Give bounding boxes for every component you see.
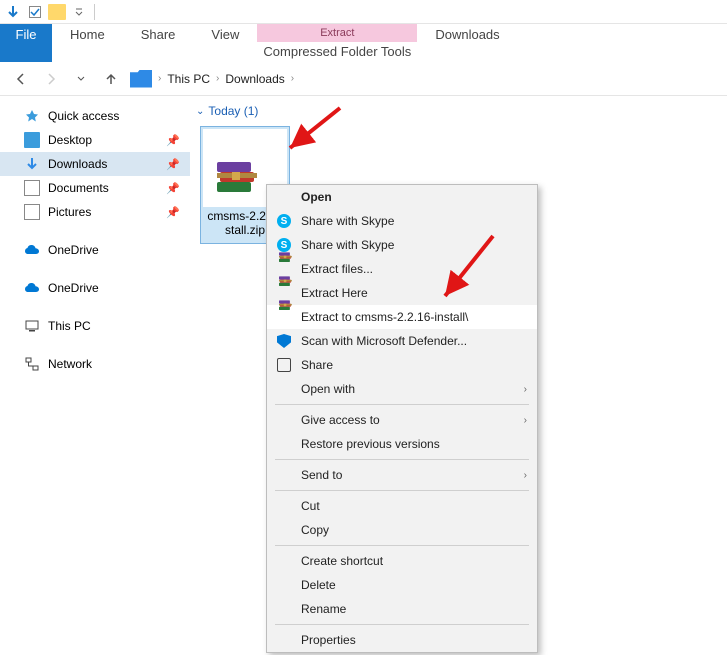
up-button[interactable] xyxy=(100,68,122,90)
defender-shield-icon xyxy=(275,332,293,350)
back-button[interactable] xyxy=(10,68,32,90)
group-header-today[interactable]: ⌄ Today (1) xyxy=(190,102,727,126)
ctx-scan-defender[interactable]: Scan with Microsoft Defender... xyxy=(267,329,537,353)
ctx-cut[interactable]: Cut xyxy=(267,494,537,518)
ctx-send-to[interactable]: Send to› xyxy=(267,463,537,487)
sidebar-item-documents[interactable]: Documents 📌 xyxy=(0,176,190,200)
ctx-rename[interactable]: Rename xyxy=(267,597,537,621)
pictures-icon xyxy=(24,204,40,220)
ctx-delete[interactable]: Delete xyxy=(267,573,537,597)
group-label: Today (1) xyxy=(208,104,258,118)
star-icon xyxy=(24,108,40,124)
sidebar-item-quick-access[interactable]: Quick access xyxy=(0,104,190,128)
title-bar xyxy=(0,0,727,24)
chevron-right-icon: › xyxy=(524,415,527,426)
tab-share[interactable]: Share xyxy=(123,24,194,62)
breadcrumb-this-pc[interactable]: This PC xyxy=(167,72,210,86)
file-tab[interactable]: File xyxy=(0,24,52,62)
ctx-extract-here[interactable]: Extract Here xyxy=(267,281,537,305)
sidebar-item-pictures[interactable]: Pictures 📌 xyxy=(0,200,190,224)
sidebar-label: Pictures xyxy=(48,205,91,219)
sidebar-label: Quick access xyxy=(48,109,119,123)
ctx-open[interactable]: Open xyxy=(267,185,537,209)
winrar-icon xyxy=(275,308,293,326)
chevron-right-icon[interactable]: › xyxy=(216,73,219,84)
tab-view[interactable]: View xyxy=(193,24,257,62)
onedrive-icon xyxy=(24,242,40,258)
location-folder-icon xyxy=(130,70,152,88)
recent-dropdown-icon[interactable] xyxy=(70,68,92,90)
downloads-icon xyxy=(24,156,40,172)
ctx-share-skype[interactable]: SShare with Skype xyxy=(267,209,537,233)
quick-access-toolbar xyxy=(0,3,101,21)
sidebar-label: OneDrive xyxy=(48,281,99,295)
down-arrow-icon[interactable] xyxy=(4,3,22,21)
pin-icon[interactable]: 📌 xyxy=(166,206,180,219)
navigation-pane: Quick access Desktop 📌 Downloads 📌 Docum… xyxy=(0,96,190,655)
chevron-right-icon: › xyxy=(524,384,527,395)
ctx-share-skype-2[interactable]: SShare with Skype xyxy=(267,233,537,257)
separator xyxy=(94,4,95,20)
sidebar-item-desktop[interactable]: Desktop 📌 xyxy=(0,128,190,152)
sidebar-label: Desktop xyxy=(48,133,92,147)
onedrive-icon xyxy=(24,280,40,296)
separator xyxy=(275,404,529,405)
ctx-share[interactable]: Share xyxy=(267,353,537,377)
ribbon: File Home Share View Extract Compressed … xyxy=(0,24,727,62)
sidebar-item-this-pc[interactable]: This PC xyxy=(0,314,190,338)
ribbon-tabs: Home Share View xyxy=(52,24,257,62)
desktop-icon xyxy=(24,132,40,148)
tab-home[interactable]: Home xyxy=(52,24,123,62)
qat-dropdown-icon[interactable] xyxy=(70,3,88,21)
chevron-right-icon[interactable]: › xyxy=(158,73,161,84)
sidebar-item-downloads[interactable]: Downloads 📌 xyxy=(0,152,190,176)
pin-icon[interactable]: 📌 xyxy=(166,134,180,147)
separator xyxy=(275,459,529,460)
context-menu: Open SShare with Skype SShare with Skype… xyxy=(266,184,538,653)
breadcrumb[interactable]: › This PC › Downloads › xyxy=(130,70,294,88)
ctx-extract-to[interactable]: Extract to cmsms-2.2.16-install\ xyxy=(267,305,537,329)
sidebar-item-onedrive[interactable]: OneDrive xyxy=(0,238,190,262)
ctx-create-shortcut[interactable]: Create shortcut xyxy=(267,549,537,573)
ctx-open-with[interactable]: Open with› xyxy=(267,377,537,401)
chevron-down-icon[interactable]: ⌄ xyxy=(196,106,204,117)
breadcrumb-downloads[interactable]: Downloads xyxy=(225,72,284,86)
share-icon xyxy=(275,356,293,374)
separator xyxy=(275,624,529,625)
ctx-extract-files[interactable]: Extract files... xyxy=(267,257,537,281)
pin-icon[interactable]: 📌 xyxy=(166,158,180,171)
context-header-extract: Extract xyxy=(257,24,417,42)
skype-icon: S xyxy=(275,212,293,230)
ctx-restore-versions[interactable]: Restore previous versions xyxy=(267,432,537,456)
chevron-right-icon[interactable]: › xyxy=(291,73,294,84)
ribbon-contextual-group: Extract Compressed Folder Tools xyxy=(257,24,417,62)
separator xyxy=(275,490,529,491)
ctx-give-access[interactable]: Give access to› xyxy=(267,408,537,432)
pc-icon xyxy=(24,318,40,334)
address-bar: › This PC › Downloads › xyxy=(0,62,727,96)
tab-compressed-tools[interactable]: Compressed Folder Tools xyxy=(257,42,417,59)
pin-icon[interactable]: 📌 xyxy=(166,182,180,195)
checkbox-icon[interactable] xyxy=(26,3,44,21)
sidebar-label: This PC xyxy=(48,319,91,333)
documents-icon xyxy=(24,180,40,196)
sidebar-label: OneDrive xyxy=(48,243,99,257)
sidebar-label: Documents xyxy=(48,181,109,195)
window-title: Downloads xyxy=(417,24,499,62)
network-icon xyxy=(24,356,40,372)
sidebar-label: Network xyxy=(48,357,92,371)
forward-button[interactable] xyxy=(40,68,62,90)
sidebar-label: Downloads xyxy=(48,157,107,171)
ctx-properties[interactable]: Properties xyxy=(267,628,537,652)
sidebar-item-network[interactable]: Network xyxy=(0,352,190,376)
folder-icon[interactable] xyxy=(48,3,66,21)
ctx-copy[interactable]: Copy xyxy=(267,518,537,542)
sidebar-item-onedrive-2[interactable]: OneDrive xyxy=(0,276,190,300)
chevron-right-icon: › xyxy=(524,470,527,481)
separator xyxy=(275,545,529,546)
